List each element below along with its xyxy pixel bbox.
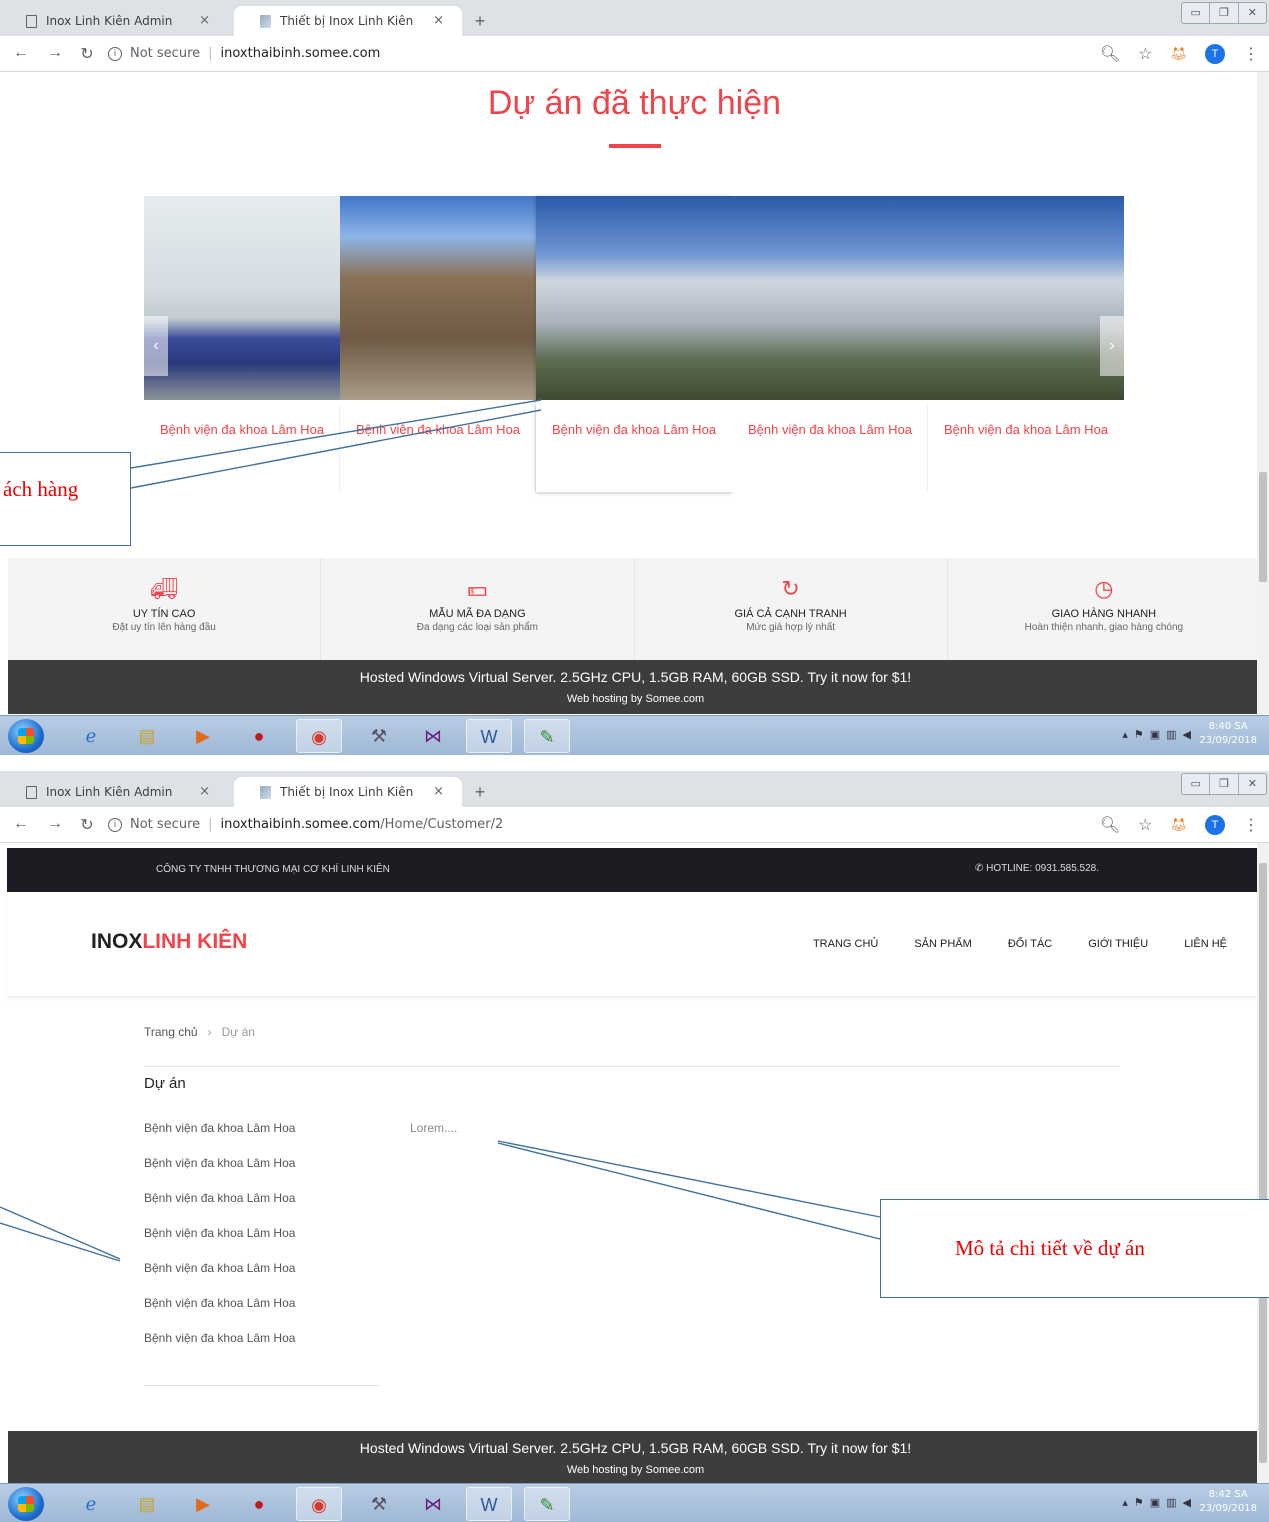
word-icon[interactable]: W (466, 719, 512, 753)
notepad-icon[interactable]: ✎ (524, 719, 570, 753)
start-button[interactable] (8, 719, 44, 753)
chrome-icon[interactable]: ◉ (296, 719, 342, 753)
chrome-icon[interactable]: ◉ (296, 1487, 342, 1521)
media-player-icon[interactable]: ▶ (180, 719, 226, 753)
explorer-icon[interactable]: ▤ (124, 1487, 170, 1521)
ie-icon[interactable]: ℯ (68, 1487, 114, 1521)
tools-icon[interactable]: ⚒ (356, 1487, 402, 1521)
app-icon[interactable]: ● (236, 719, 282, 753)
media-player-icon[interactable]: ▶ (180, 1487, 226, 1521)
screenshot-project-detail: Inox Linh Kiên Admin × Thiết bị Inox Lin… (0, 771, 1269, 1522)
app-icon[interactable]: ● (236, 1487, 282, 1521)
tray-icons[interactable]: ▴⚑▣▥◀ (1122, 1496, 1197, 1509)
word-icon[interactable]: W (466, 1487, 512, 1521)
callout-pointer-lines (0, 1140, 881, 1262)
ie-icon[interactable]: ℯ (68, 719, 114, 753)
windows-taskbar: ℯ ▤ ▶ ● ◉ ⚒ ⋈ W ✎ ▴⚑▣▥◀ 8:42 SA 23/09/20… (0, 1483, 1269, 1522)
callout-pointer-lines (130, 399, 542, 489)
screenshot-home-projects: Inox Linh Kiên Admin × Thiết bị Inox Lin… (0, 0, 1269, 760)
tools-icon[interactable]: ⚒ (356, 719, 402, 753)
start-button[interactable] (8, 1487, 44, 1521)
tray-clock[interactable]: 8:42 SA 23/09/2018 (1199, 1488, 1257, 1516)
visual-studio-icon[interactable]: ⋈ (410, 1487, 456, 1521)
visual-studio-icon[interactable]: ⋈ (410, 719, 456, 753)
explorer-icon[interactable]: ▤ (124, 719, 170, 753)
tray-icons[interactable]: ▴⚑▣▥◀ (1122, 728, 1197, 741)
tray-clock[interactable]: 8:40 SA 23/09/2018 (1199, 720, 1257, 748)
windows-taskbar: ℯ ▤ ▶ ● ◉ ⚒ ⋈ W ✎ ▴⚑▣▥◀ 8:40 SA 23/09/20… (0, 715, 1269, 755)
notepad-icon[interactable]: ✎ (524, 1487, 570, 1521)
